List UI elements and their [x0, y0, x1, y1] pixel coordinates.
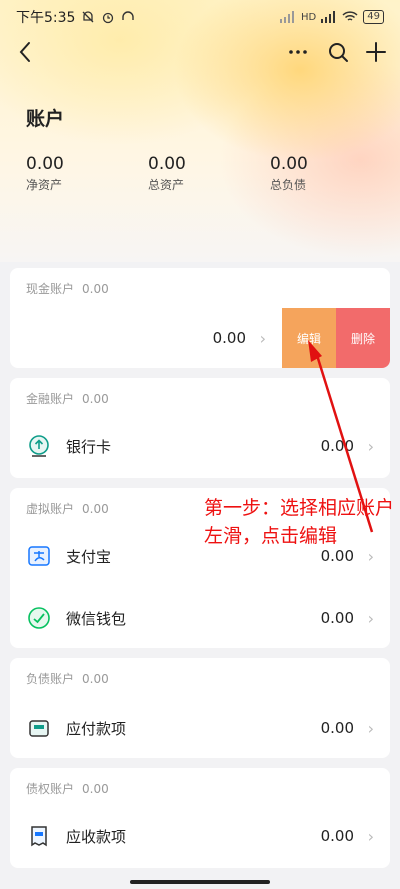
status-time: 下午5:35: [16, 10, 76, 26]
net-assets-label: 净资产: [26, 178, 63, 192]
chevron-right-icon: ›: [259, 328, 266, 348]
chevron-right-icon: ›: [367, 826, 374, 846]
top-nav: [0, 34, 400, 70]
receivable-row[interactable]: 应收款项 0.00 ›: [10, 808, 390, 864]
more-icon[interactable]: [284, 38, 312, 66]
mute-icon: [82, 11, 94, 23]
total-assets-label: 总资产: [148, 178, 185, 192]
summary-panel: 0.00 净资产 0.00 总资产 0.00 总负债: [0, 154, 400, 194]
virtual-account-title: 虚拟账户: [26, 502, 75, 516]
status-bar: 下午5:35 HD 49: [0, 0, 400, 34]
bank-card-label: 银行卡: [66, 437, 112, 456]
credit-account-total: 0.00: [82, 782, 109, 796]
credit-account-title: 债权账户: [26, 782, 75, 796]
plus-icon[interactable]: [362, 38, 390, 66]
signal-icon-2: [321, 11, 336, 23]
edit-button[interactable]: 编辑: [282, 308, 336, 368]
wechat-wallet-value: 0.00: [320, 609, 354, 627]
cash-account-title: 现金账户: [26, 282, 75, 296]
chevron-right-icon: ›: [367, 718, 374, 738]
chevron-right-icon: ›: [367, 608, 374, 628]
receivable-value: 0.00: [320, 827, 354, 845]
finance-account-header: 金融账户 0.00: [26, 390, 109, 407]
wechat-wallet-label: 微信钱包: [66, 609, 127, 628]
headphone-icon: [122, 11, 135, 20]
liability-account-header: 负债账户 0.00: [26, 670, 109, 687]
wechat-wallet-icon: [28, 607, 50, 629]
payable-label: 应付款项: [66, 719, 127, 738]
home-indicator[interactable]: [130, 880, 270, 884]
bank-card-icon: [29, 435, 49, 457]
virtual-account-header: 虚拟账户 0.00: [26, 500, 109, 517]
bank-card-row[interactable]: 银行卡 0.00 ›: [10, 418, 390, 474]
total-liabilities-value: 0.00: [270, 154, 308, 174]
search-icon[interactable]: [324, 38, 352, 66]
payable-icon: [29, 720, 49, 737]
page-title: 账户: [26, 108, 65, 130]
cash-account-header: 现金账户 0.00: [26, 280, 109, 297]
network-type: HD: [301, 11, 317, 23]
receivable-label: 应收款项: [66, 827, 127, 846]
battery-indicator: 49: [363, 10, 384, 24]
virtual-account-total: 0.00: [82, 502, 109, 516]
alipay-icon: [28, 546, 50, 566]
total-liabilities-label: 总负债: [270, 178, 307, 192]
alipay-label: 支付宝: [66, 547, 112, 566]
wifi-icon: [342, 11, 358, 21]
finance-account-title: 金融账户: [26, 392, 75, 406]
alarm-icon: [103, 12, 114, 24]
net-assets: 0.00 净资产: [26, 154, 64, 193]
back-arrow-icon[interactable]: [12, 38, 40, 66]
receivable-icon: [31, 826, 47, 847]
cash-account-card: 现金账户 0.00 0.00 › 编辑 删除: [10, 268, 390, 368]
cash-account-row[interactable]: 0.00 › 编辑 删除: [10, 308, 390, 368]
wechat-wallet-row[interactable]: 微信钱包 0.00 ›: [10, 590, 390, 646]
payable-row[interactable]: 应付款项 0.00 ›: [10, 700, 390, 756]
total-liabilities: 0.00 总负债: [270, 154, 308, 193]
total-assets: 0.00 总资产: [148, 154, 186, 193]
chevron-right-icon: ›: [367, 436, 374, 456]
total-assets-value: 0.00: [148, 154, 186, 174]
liability-account-total: 0.00: [82, 672, 109, 686]
annotation-text: 第一步：选择相应账户左滑，点击编辑: [204, 497, 395, 547]
payable-value: 0.00: [320, 719, 354, 737]
delete-button[interactable]: 删除: [336, 308, 390, 368]
liability-account-title: 负债账户: [26, 672, 75, 686]
credit-account-card: 债权账户 0.00 应收款项 0.00 ›: [10, 768, 390, 868]
finance-account-card: 金融账户 0.00 银行卡 0.00 ›: [10, 378, 390, 478]
signal-icon: [280, 11, 295, 23]
liability-account-card: 负债账户 0.00 应付款项 0.00 ›: [10, 658, 390, 758]
cash-account-total: 0.00: [82, 282, 109, 296]
net-assets-value: 0.00: [26, 154, 64, 174]
cash-row-value: 0.00: [212, 329, 246, 347]
finance-account-total: 0.00: [82, 392, 109, 406]
credit-account-header: 债权账户 0.00: [26, 780, 109, 797]
bank-card-value: 0.00: [320, 437, 354, 455]
